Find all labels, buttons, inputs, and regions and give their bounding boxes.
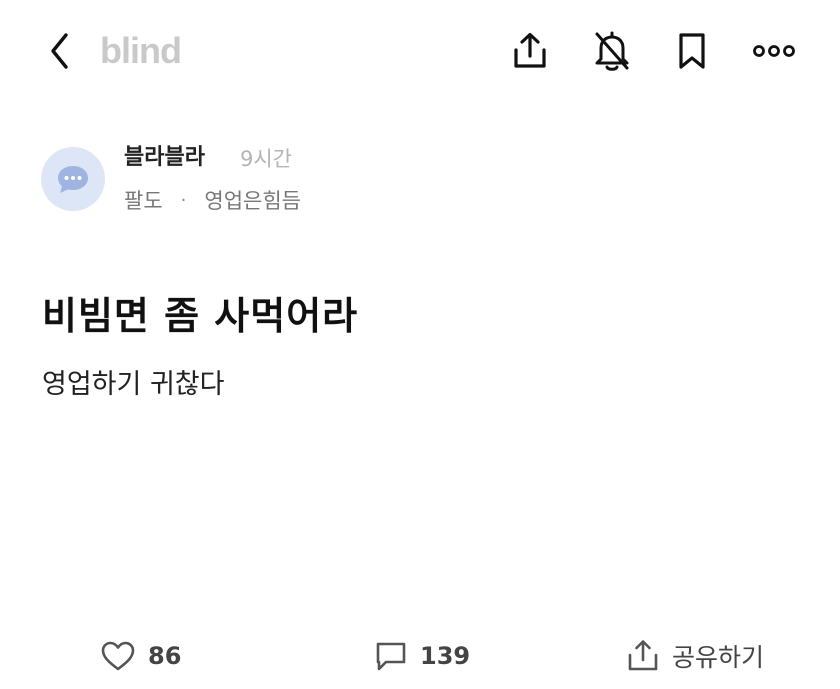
share-button[interactable] [508,28,552,74]
bell-off-icon [595,31,629,71]
avatar[interactable] [41,147,105,211]
author-company[interactable]: 팔도 [124,185,163,215]
back-button[interactable] [40,30,80,72]
like-button[interactable]: 86 [100,634,181,678]
share-label: 공유하기 [672,643,765,672]
chat-bubble-avatar-icon [58,166,88,193]
post-time: 9시간 [240,147,293,171]
bookmark-button[interactable] [670,28,714,74]
share-post-button[interactable]: 공유하기 [626,634,764,678]
notification-toggle-button[interactable] [590,28,634,74]
heart-icon [101,641,135,671]
more-dots-icon [753,45,795,57]
meta-separator: · [180,189,187,211]
bookmark-icon [679,33,705,69]
app-logo: blind [100,30,182,71]
more-options-button[interactable] [752,28,796,74]
post-body: 영업하기 귀찮다 [42,369,225,400]
comment-count: 139 [420,642,471,670]
comment-icon [376,642,406,671]
author-meta: 팔도 · 영업은힘듬 [124,184,301,216]
comment-button[interactable]: 139 [374,634,470,678]
top-bar: blind [0,0,840,100]
post-title: 비빔면 좀 사먹어라 [42,294,359,338]
author-name[interactable]: 블라블라 [124,142,205,174]
post-topic[interactable]: 영업은힘듬 [204,185,301,215]
like-count: 86 [148,642,182,670]
chevron-left-icon [51,33,68,69]
share-upload-icon [628,640,658,671]
share-upload-icon [514,32,546,68]
